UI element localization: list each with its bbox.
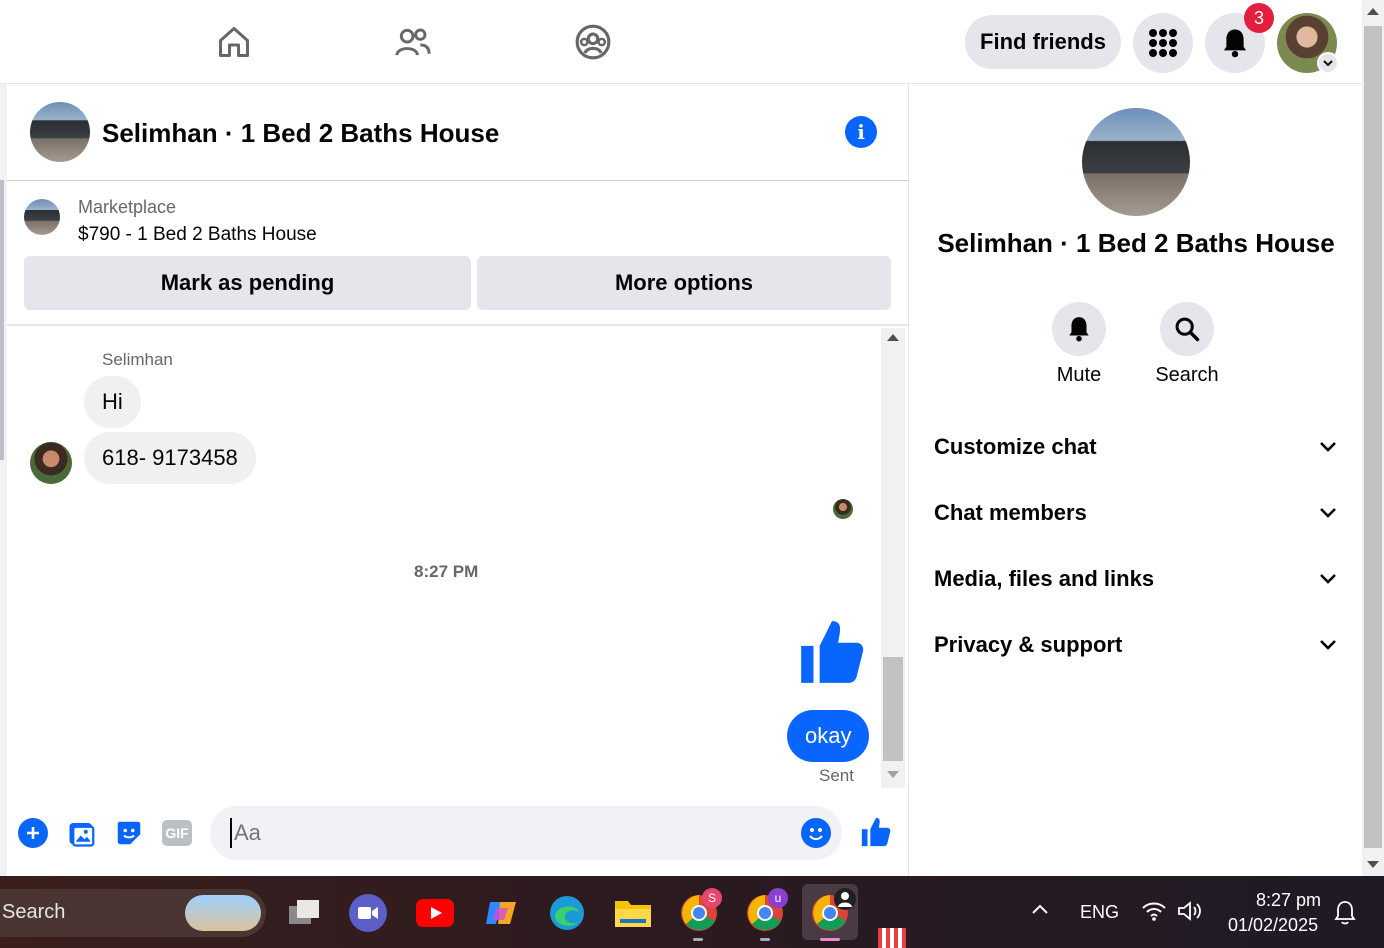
- section-label: Chat members: [934, 500, 1087, 525]
- page-scroll-thumb[interactable]: [1364, 26, 1382, 848]
- sender-name: Selimhan: [102, 350, 173, 369]
- youtube-icon[interactable]: [416, 894, 454, 932]
- marketplace-label: Marketplace: [78, 197, 177, 217]
- chevron-down-icon: [1320, 640, 1336, 650]
- file-explorer-icon[interactable]: [614, 894, 652, 932]
- copilot-icon[interactable]: [482, 894, 520, 932]
- running-indicator: [760, 938, 770, 941]
- chat-title[interactable]: Selimhan · 1 Bed 2 Baths House: [102, 118, 499, 149]
- info-icon[interactable]: i: [845, 116, 877, 148]
- listing-price[interactable]: $790 - 1 Bed 2 Baths House: [78, 224, 317, 246]
- clock-time[interactable]: 8:27 pm: [1256, 890, 1321, 911]
- wifi-icon[interactable]: [1141, 900, 1167, 927]
- section-media-files-links[interactable]: Media, files and links: [934, 559, 1338, 599]
- my-message-bubble[interactable]: okay: [787, 710, 870, 762]
- profile-badge-u: u: [768, 888, 788, 908]
- search-icon[interactable]: [1160, 302, 1214, 356]
- clock-date[interactable]: 01/02/2025: [1228, 915, 1318, 936]
- active-indicator: [820, 938, 840, 941]
- profile-person-icon: [834, 888, 856, 910]
- running-indicator: [693, 938, 703, 941]
- groups-icon[interactable]: [571, 20, 615, 64]
- thumbs-up-icon[interactable]: [795, 614, 869, 695]
- message-bubble[interactable]: 618- 9173458: [84, 432, 256, 484]
- message-bubble[interactable]: Hi: [84, 376, 141, 428]
- listing-thumbnail[interactable]: [24, 199, 60, 235]
- plus-icon[interactable]: [18, 818, 48, 848]
- find-friends-button[interactable]: Find friends: [965, 15, 1121, 69]
- mute-label[interactable]: Mute: [1039, 364, 1119, 387]
- chevron-down-icon: [1320, 574, 1336, 584]
- windows-taskbar: Search S u ENG 8:27 pm 01/02/2025: [0, 876, 1384, 948]
- menu-grid-icon[interactable]: [1133, 13, 1193, 73]
- sticker-icon[interactable]: [114, 818, 144, 853]
- more-options-button[interactable]: More options: [477, 256, 891, 310]
- top-navigation-bar: Find friends 3: [0, 0, 1362, 84]
- language-indicator[interactable]: ENG: [1080, 902, 1119, 923]
- mark-as-pending-button[interactable]: Mark as pending: [24, 256, 471, 310]
- message-composer[interactable]: [210, 806, 842, 860]
- section-customize-chat[interactable]: Customize chat: [934, 427, 1338, 467]
- chevron-down-icon: [1320, 442, 1336, 452]
- messages-scroll-thumb[interactable]: [883, 657, 903, 761]
- message-status: Sent: [819, 766, 854, 785]
- taskbar-search-text: Search: [2, 901, 66, 923]
- page-scroll-up-icon[interactable]: [1367, 8, 1379, 15]
- section-label: Media, files and links: [934, 566, 1155, 591]
- home-icon[interactable]: [212, 20, 256, 64]
- details-avatar[interactable]: [1082, 108, 1190, 216]
- edge-icon[interactable]: [548, 894, 586, 932]
- left-edge-scroll[interactable]: [0, 180, 4, 460]
- scroll-down-arrow-icon[interactable]: [887, 771, 899, 778]
- scroll-up-arrow-icon[interactable]: [887, 334, 899, 341]
- chat-details-pane: Selimhan · 1 Bed 2 Baths House Mute Sear…: [910, 84, 1362, 876]
- teams-meet-icon[interactable]: [349, 894, 387, 932]
- gif-icon[interactable]: GIF: [162, 820, 192, 846]
- section-label: Privacy & support: [934, 632, 1123, 657]
- sender-avatar[interactable]: [30, 442, 72, 484]
- taskbar-search[interactable]: Search: [0, 889, 266, 937]
- chat-pane: Selimhan · 1 Bed 2 Baths House i Marketp…: [7, 84, 909, 876]
- volume-icon[interactable]: [1177, 900, 1203, 927]
- mute-bell-icon[interactable]: [1052, 302, 1106, 356]
- search-label[interactable]: Search: [1147, 364, 1227, 387]
- emoji-icon[interactable]: [801, 818, 831, 848]
- send-like-icon[interactable]: [859, 815, 893, 854]
- photo-icon[interactable]: [67, 818, 97, 853]
- chevron-down-icon: [1320, 508, 1336, 518]
- notification-center-icon[interactable]: [1333, 900, 1357, 931]
- section-privacy-support[interactable]: Privacy & support: [934, 625, 1338, 665]
- page-scroll-down-icon[interactable]: [1367, 861, 1379, 868]
- snipping-tool-icon[interactable]: [878, 928, 906, 948]
- conversation-avatar[interactable]: [30, 102, 90, 162]
- section-label: Customize chat: [934, 434, 1097, 459]
- profile-badge-s: S: [702, 888, 722, 908]
- divider: [7, 324, 909, 326]
- friends-icon[interactable]: [391, 20, 435, 64]
- message-input[interactable]: [230, 818, 770, 848]
- details-title: Selimhan · 1 Bed 2 Baths House: [937, 228, 1335, 258]
- chevron-up-icon[interactable]: [1030, 902, 1050, 921]
- task-view-icon[interactable]: [285, 894, 323, 932]
- chat-header: Selimhan · 1 Bed 2 Baths House i: [7, 84, 909, 181]
- chevron-down-icon[interactable]: [1317, 52, 1339, 74]
- notification-count-badge: 3: [1244, 3, 1274, 33]
- read-receipt-avatar: [833, 499, 853, 519]
- section-chat-members[interactable]: Chat members: [934, 493, 1338, 533]
- timestamp-separator: 8:27 PM: [414, 562, 479, 581]
- search-highlight-image: [185, 895, 261, 931]
